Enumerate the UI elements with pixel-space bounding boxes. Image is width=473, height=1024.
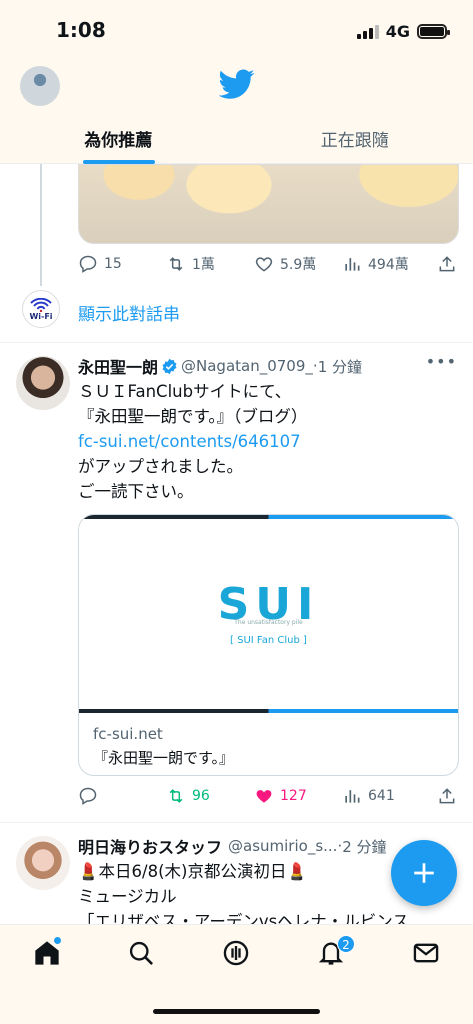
tweet-actions: 15 1萬 5.9萬 494萬	[78, 254, 459, 274]
reply-icon	[79, 787, 97, 805]
tweet-author-avatar[interactable]	[16, 356, 70, 410]
author-name[interactable]: 永田聖一朗	[78, 354, 158, 378]
battery-icon	[417, 24, 450, 39]
network-label: 4G	[385, 22, 410, 41]
like-button[interactable]: 5.9萬	[254, 254, 342, 274]
tab-following[interactable]: 正在跟隨	[237, 118, 473, 164]
signal-icon	[356, 24, 379, 39]
wifi-avatar[interactable]: Wi-Fi	[22, 290, 60, 328]
spaces-icon[interactable]	[222, 939, 250, 967]
views-icon	[345, 790, 360, 803]
share-icon[interactable]	[437, 786, 457, 806]
like-button[interactable]: 127	[254, 786, 342, 806]
messages-icon[interactable]	[412, 939, 440, 967]
view-count: 494萬	[368, 257, 409, 273]
notifications-badge: 2	[337, 935, 355, 953]
reply-button[interactable]	[78, 786, 166, 806]
home-indicator	[153, 1009, 320, 1014]
card-image: SUI The unsatisfactory pile [ SUI Fan Cl…	[79, 515, 458, 713]
like-count: 5.9萬	[280, 257, 317, 273]
sui-club-label: [ SUI Fan Club ]	[230, 635, 307, 646]
card-domain: fc-sui.net	[93, 725, 163, 743]
tweet-link[interactable]: fc-sui.net/contents/646107	[78, 429, 458, 454]
reply-button[interactable]: 15	[78, 254, 166, 274]
bottom-navigation: 2	[0, 924, 473, 1024]
sui-tagline: The unsatisfactory pile	[234, 619, 303, 626]
retweet-icon	[169, 257, 183, 271]
tweet-line: ご一読下さい。	[78, 482, 194, 501]
show-thread-link[interactable]: 顯示此對話串	[78, 300, 180, 325]
tweet-divider	[0, 342, 473, 343]
heart-filled-icon	[256, 790, 272, 803]
retweet-icon	[169, 789, 183, 803]
home-header: 為你推薦 正在跟隨	[0, 60, 473, 164]
tweet-author-avatar[interactable]	[16, 836, 70, 890]
tab-for-you[interactable]: 為你推薦	[0, 118, 237, 164]
tweet-media-image[interactable]	[78, 164, 459, 244]
tweet-body: ＳＵＩFanClubサイトにて、 『永田聖一朗です。』（ブログ） fc-sui.…	[78, 379, 458, 504]
author-handle[interactable]: @Nagatan_0709_	[181, 357, 313, 375]
thread-connector	[40, 164, 42, 286]
tweet-line: 『永田聖一朗です。』（ブログ）	[78, 407, 308, 426]
heart-icon	[255, 257, 273, 272]
tweet-actions: 96 127 641	[78, 786, 459, 806]
view-count: 641	[368, 788, 395, 804]
tweet-line: がアップされました。	[78, 457, 243, 476]
timeline-tabs: 為你推薦 正在跟隨	[0, 118, 473, 164]
link-preview-card[interactable]: SUI The unsatisfactory pile [ SUI Fan Cl…	[78, 514, 459, 776]
tweet-header: 永田聖一朗 @Nagatan_0709_ · 1 分鐘	[78, 354, 459, 378]
reply-count: 15	[104, 256, 122, 272]
like-count: 127	[280, 788, 307, 804]
status-time: 1:08	[56, 18, 106, 42]
tweet-line: 「エリザベス・アーデンvsヘレナ・ルビンス	[78, 912, 409, 924]
compose-tweet-button[interactable]	[391, 840, 457, 906]
tweet-divider	[0, 822, 473, 823]
wifi-icon	[30, 297, 52, 312]
views-button[interactable]: 641	[342, 786, 437, 806]
retweet-button[interactable]: 1萬	[166, 254, 254, 274]
reply-icon	[79, 255, 97, 273]
views-icon	[345, 258, 360, 271]
retweet-count: 1萬	[192, 257, 215, 273]
views-button[interactable]: 494萬	[342, 254, 437, 274]
tweet-time: 1 分鐘	[317, 357, 362, 376]
retweet-count: 96	[192, 788, 210, 804]
more-options-icon[interactable]: •••	[426, 352, 457, 371]
status-bar: 1:08 4G	[0, 0, 473, 60]
timeline-feed[interactable]: 15 1萬 5.9萬 494萬 Wi-Fi 顯示此對話串 永田聖一朗 @Naga…	[0, 164, 473, 924]
plus-icon	[414, 863, 434, 883]
verified-badge-icon	[162, 358, 177, 374]
share-icon[interactable]	[437, 254, 457, 274]
search-icon[interactable]	[127, 939, 155, 967]
tweet-time: 2 分鐘	[342, 837, 387, 856]
wifi-avatar-label: Wi-Fi	[29, 311, 53, 321]
retweet-button[interactable]: 96	[166, 786, 254, 806]
status-indicators: 4G	[356, 22, 450, 41]
home-unread-dot	[54, 937, 61, 944]
author-name[interactable]: 明日海りおスタッフ	[78, 834, 222, 858]
twitter-bird-icon[interactable]	[219, 66, 255, 102]
author-handle[interactable]: @asumirio_s...	[228, 837, 337, 855]
tweet-line: ＳＵＩFanClubサイトにて、	[78, 382, 292, 401]
profile-avatar[interactable]	[20, 66, 60, 106]
card-title: 『永田聖一朗です。』	[93, 749, 235, 767]
